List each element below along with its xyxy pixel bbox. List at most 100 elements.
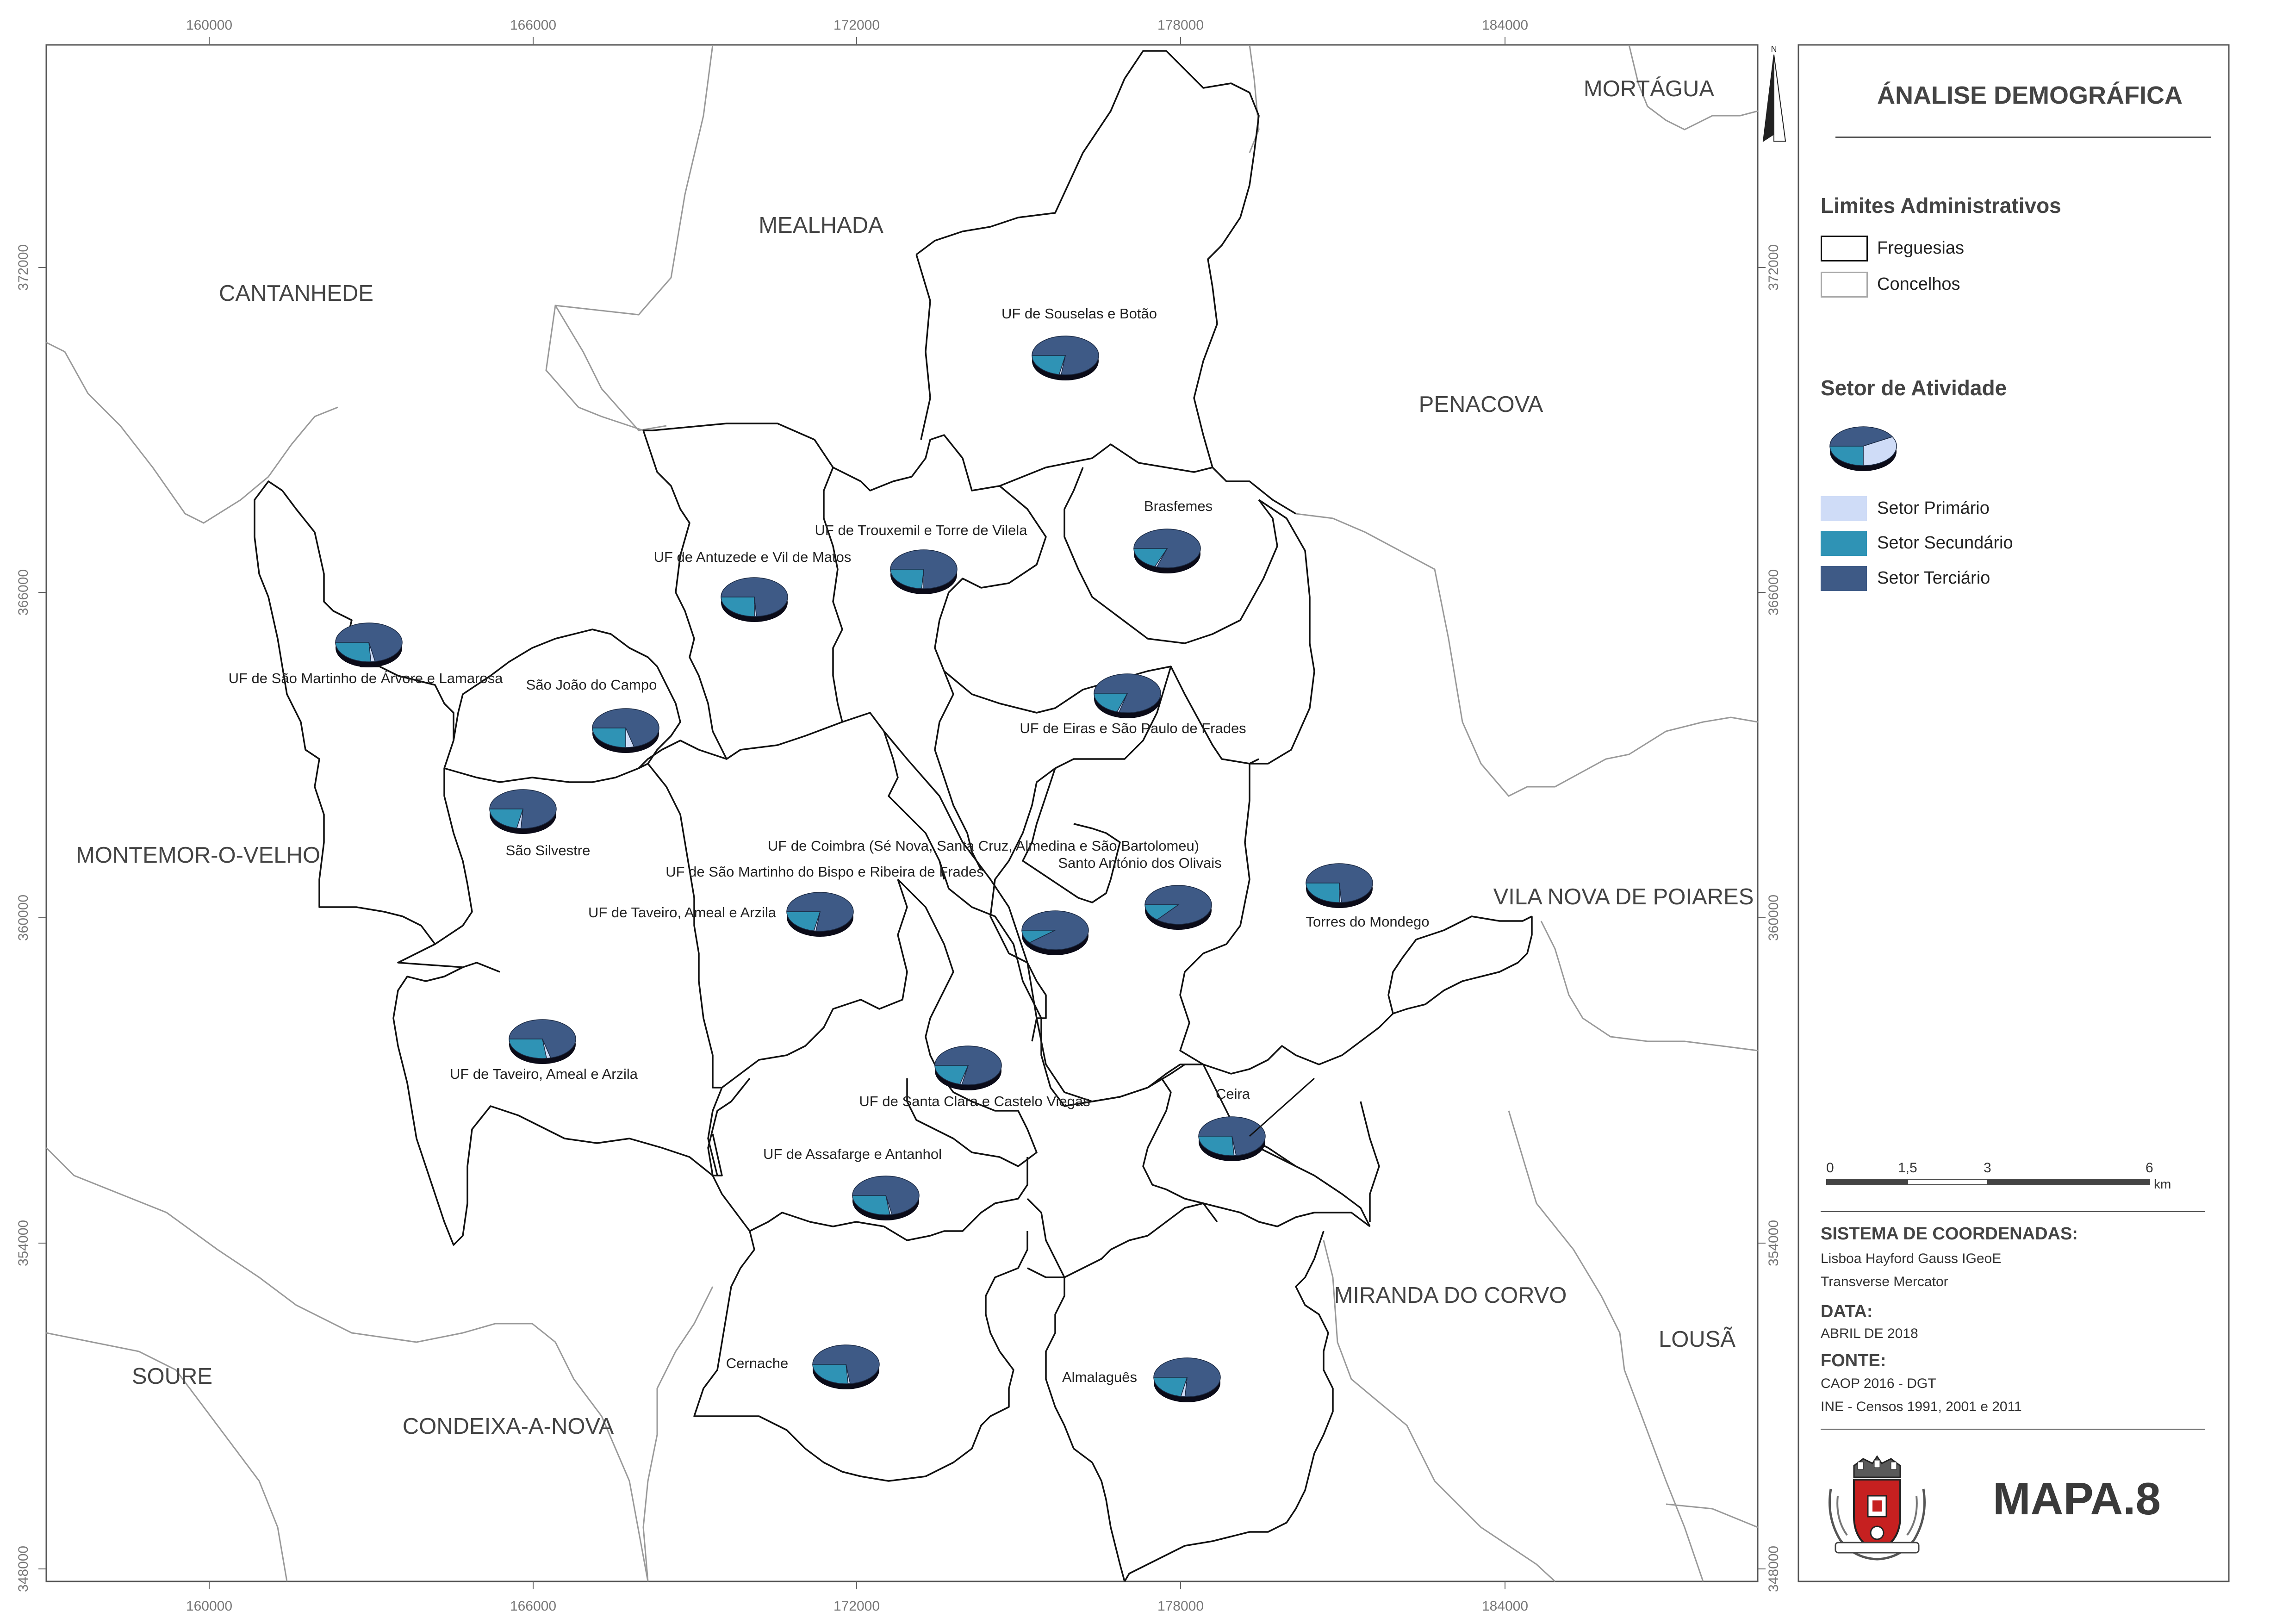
north-arrow: N [1762, 44, 1786, 143]
pie-slice-secundario [1829, 446, 1864, 466]
y-tick-left: 372000 [16, 244, 31, 291]
x-tick-top: 160000 [186, 18, 232, 33]
x-tick-bottom: 166000 [510, 1599, 556, 1614]
x-tick-top: 166000 [510, 18, 556, 33]
label-montemor-o-velho: MONTEMOR-O-VELHO [76, 843, 320, 868]
pie-chart-7 [1094, 673, 1161, 718]
y-tick-right: 372000 [1766, 244, 1781, 291]
x-tick-bottom: 172000 [833, 1599, 880, 1614]
y-tick-right: 366000 [1766, 569, 1781, 616]
y-tick-left: 360000 [16, 895, 31, 941]
pie-chart-15 [1198, 1116, 1266, 1161]
freguesia-label: Cernache [726, 1355, 788, 1371]
pie-chart-8 [489, 789, 557, 834]
pie-chart-2 [1133, 529, 1201, 573]
data-title: DATA: [1821, 1302, 1873, 1321]
pie-chart-4 [721, 577, 788, 622]
y-tick-left: 354000 [16, 1220, 31, 1266]
freguesia-label: UF de Assafarge e Antanhol [763, 1146, 942, 1162]
scale-label-1: 1,5 [1898, 1160, 1917, 1176]
scale-seg-1 [1826, 1179, 1907, 1185]
pie-chart-18 [1153, 1357, 1221, 1402]
freguesia-label: Brasfemes [1144, 498, 1213, 514]
scale-label-2: 3 [1984, 1160, 1991, 1176]
coord-line1: Lisboa Hayford Gauss IGeoE [1821, 1251, 2002, 1266]
fonte-line2: INE - Censos 1991, 2001 e 2011 [1821, 1399, 2022, 1414]
freguesia-label: UF de Taveiro, Ameal e Arzila [450, 1066, 638, 1082]
scale-seg-2 [1907, 1179, 1988, 1185]
scale-label-0: 0 [1826, 1160, 1834, 1176]
data-value: ABRIL DE 2018 [1821, 1326, 1918, 1341]
map-frame [45, 44, 1759, 1582]
coord-title: SISTEMA DE COORDENADAS: [1821, 1224, 2078, 1244]
setor-title: Setor de Atividade [1821, 376, 2007, 400]
freguesia-label: UF de Souselas e Botão [1001, 305, 1157, 322]
label-soure: SOURE [132, 1364, 212, 1389]
x-tick-bottom: 184000 [1482, 1599, 1528, 1614]
label-mortagua: MORTÁGUA [1584, 76, 1715, 101]
map-title: ÁNALISE DEMOGRÁFICA [1877, 81, 2183, 109]
scale-unit: km [2154, 1177, 2171, 1191]
primario-label: Setor Primário [1877, 498, 1990, 518]
fonte-line1: CAOP 2016 - DGT [1821, 1376, 1936, 1391]
freguesia-label: UF de Taveiro, Ameal e Arzila [588, 904, 777, 921]
y-tick-right: 348000 [1766, 1546, 1781, 1592]
label-penacova: PENACOVA [1419, 392, 1543, 417]
pie-chart-6 [592, 708, 659, 753]
limites-title: Limites Administrativos [1821, 193, 2061, 218]
pie-chart-16 [852, 1176, 920, 1220]
label-miranda-do-corvo: MIRANDA DO CORVO [1334, 1283, 1567, 1308]
y-tick-right: 360000 [1766, 895, 1781, 941]
x-tick-top: 184000 [1482, 18, 1528, 33]
pie-chart-1 [1032, 336, 1099, 380]
x-tick-bottom: 178000 [1157, 1599, 1204, 1614]
north-label: N [1771, 44, 1777, 54]
map-number: MAPA.8 [1993, 1473, 2161, 1524]
label-mealhada: MEALHADA [759, 213, 883, 238]
primario-swatch [1821, 496, 1867, 521]
pie-chart-5 [335, 622, 403, 667]
freguesia-label: Almalaguês [1062, 1369, 1137, 1385]
secundario-swatch [1821, 531, 1867, 556]
label-lousa: LOUSÃ [1659, 1327, 1735, 1352]
freguesias-swatch [1821, 236, 1868, 261]
concelhos-swatch [1821, 272, 1868, 298]
freguesia-label: Santo António dos Olivais [1058, 855, 1221, 871]
freguesia-label: UF de Coimbra (Sé Nova, Santa Cruz, Alme… [768, 838, 1199, 854]
pie-chart-9 [1021, 910, 1089, 955]
scale-seg-3 [1988, 1179, 2150, 1185]
terciario-label: Setor Terciário [1877, 568, 1990, 588]
coat-of-arms-emblem [1829, 1455, 1926, 1561]
pie-chart-17 [812, 1344, 880, 1389]
fonte-rule [1821, 1429, 2205, 1430]
label-condeixa-a-nova: CONDEIXA-A-NOVA [403, 1414, 614, 1439]
freguesia-label: UF de Trouxemil e Torre de Vilela [815, 522, 1028, 538]
concelhos-label: Concelhos [1877, 274, 1960, 294]
legend-sample-pie [1829, 426, 1897, 471]
freguesia-label: UF de Antuzede e Vil de Matos [654, 549, 852, 565]
scale-label-3: 6 [2146, 1160, 2153, 1176]
freguesia-label: UF de São Martinho do Bispo e Ribeira de… [665, 864, 984, 880]
pie-chart-3 [890, 549, 958, 594]
fonte-title: FONTE: [1821, 1351, 1886, 1370]
secundario-label: Setor Secundário [1877, 533, 2013, 553]
y-tick-left: 366000 [16, 569, 31, 616]
coord-line2: Transverse Mercator [1821, 1274, 1948, 1289]
freguesia-label: UF de Eiras e São Paulo de Frades [1020, 720, 1246, 736]
y-tick-left: 348000 [16, 1546, 31, 1592]
pie-chart-11 [786, 892, 854, 937]
scale-bar: 0 1,5 3 6 km [1826, 1160, 2178, 1193]
freguesias-label: Freguesias [1877, 238, 1964, 258]
x-tick-bottom: 160000 [186, 1599, 232, 1614]
label-vila-nova-de-poiares: VILA NOVA DE POIARES [1493, 884, 1754, 909]
legend-pie-chart [1829, 426, 1897, 471]
freguesia-label: UF de Santa Clara e Castelo Viegas [859, 1093, 1090, 1109]
freguesia-label: São João do Campo [526, 677, 657, 693]
freguesia-label: Ceira [1216, 1086, 1250, 1102]
freguesia-label: UF de São Martinho de Árvore e Lamarosa [229, 670, 503, 686]
freguesia-label: Torres do Mondego [1306, 914, 1429, 930]
pie-chart-13 [1306, 863, 1373, 908]
freguesia-label: São Silvestre [506, 842, 591, 859]
legend-panel: ÁNALISE DEMOGRÁFICA Limites Administrati… [1798, 45, 2229, 1581]
pie-chart-10 [1144, 885, 1212, 930]
